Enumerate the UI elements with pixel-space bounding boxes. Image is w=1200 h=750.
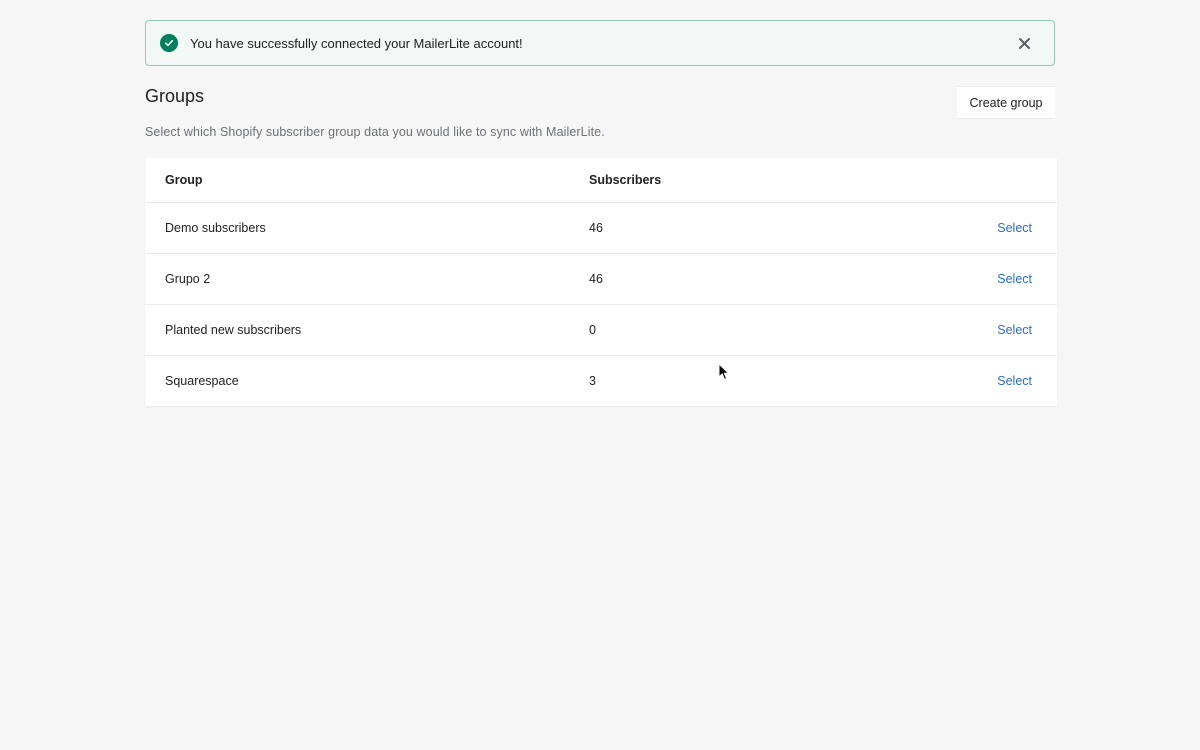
group-name: Squarespace [165,374,239,388]
page-title: Groups [145,86,205,106]
close-icon[interactable] [1016,35,1032,51]
success-banner: You have successfully connected your Mai… [145,20,1055,66]
banner-message: You have successfully connected your Mai… [190,35,523,51]
table-row: Squarespace 3 Select [145,356,1057,407]
column-header-action [889,158,1057,203]
group-name: Planted new subscribers [145,304,569,356]
table-row: Planted new subscribers 0 Select [145,304,1057,356]
page-header: Groups Create group Select which Shopify… [145,66,1055,166]
select-link[interactable]: Select [997,374,1032,388]
select-link[interactable]: Select [997,323,1032,337]
action-cell: Select [889,356,1057,407]
subscriber-count: 46 [569,253,889,305]
column-header-group: Group [145,158,569,203]
subscriber-count: 46 [569,202,889,254]
page-subtitle: Select which Shopify subscriber group da… [145,125,605,139]
column-header-subscribers: Subscribers [569,158,889,203]
select-link[interactable]: Select [997,221,1032,235]
page-container: You have successfully connected your Mai… [145,20,1055,166]
group-name: Grupo 2 [145,253,569,305]
table-row: Demo subscribers 46 Select [145,202,1057,254]
action-cell: Select [889,253,1057,305]
action-cell: Select [889,304,1057,356]
groups-table: Group Subscribers Demo subscribers 46 Se… [145,158,1057,406]
table-row: Grupo 2 46 Select [145,253,1057,305]
group-name: Demo subscribers [145,202,569,254]
groups-table-card: Group Subscribers Demo subscribers 46 Se… [145,158,1057,406]
create-group-button[interactable]: Create group [957,86,1055,119]
subscriber-count: 3 [589,374,596,388]
check-circle-icon [160,34,178,52]
select-link[interactable]: Select [997,272,1032,286]
action-cell: Select [889,202,1057,254]
subscriber-count: 0 [569,304,889,356]
table-header-row: Group Subscribers [145,158,1057,203]
